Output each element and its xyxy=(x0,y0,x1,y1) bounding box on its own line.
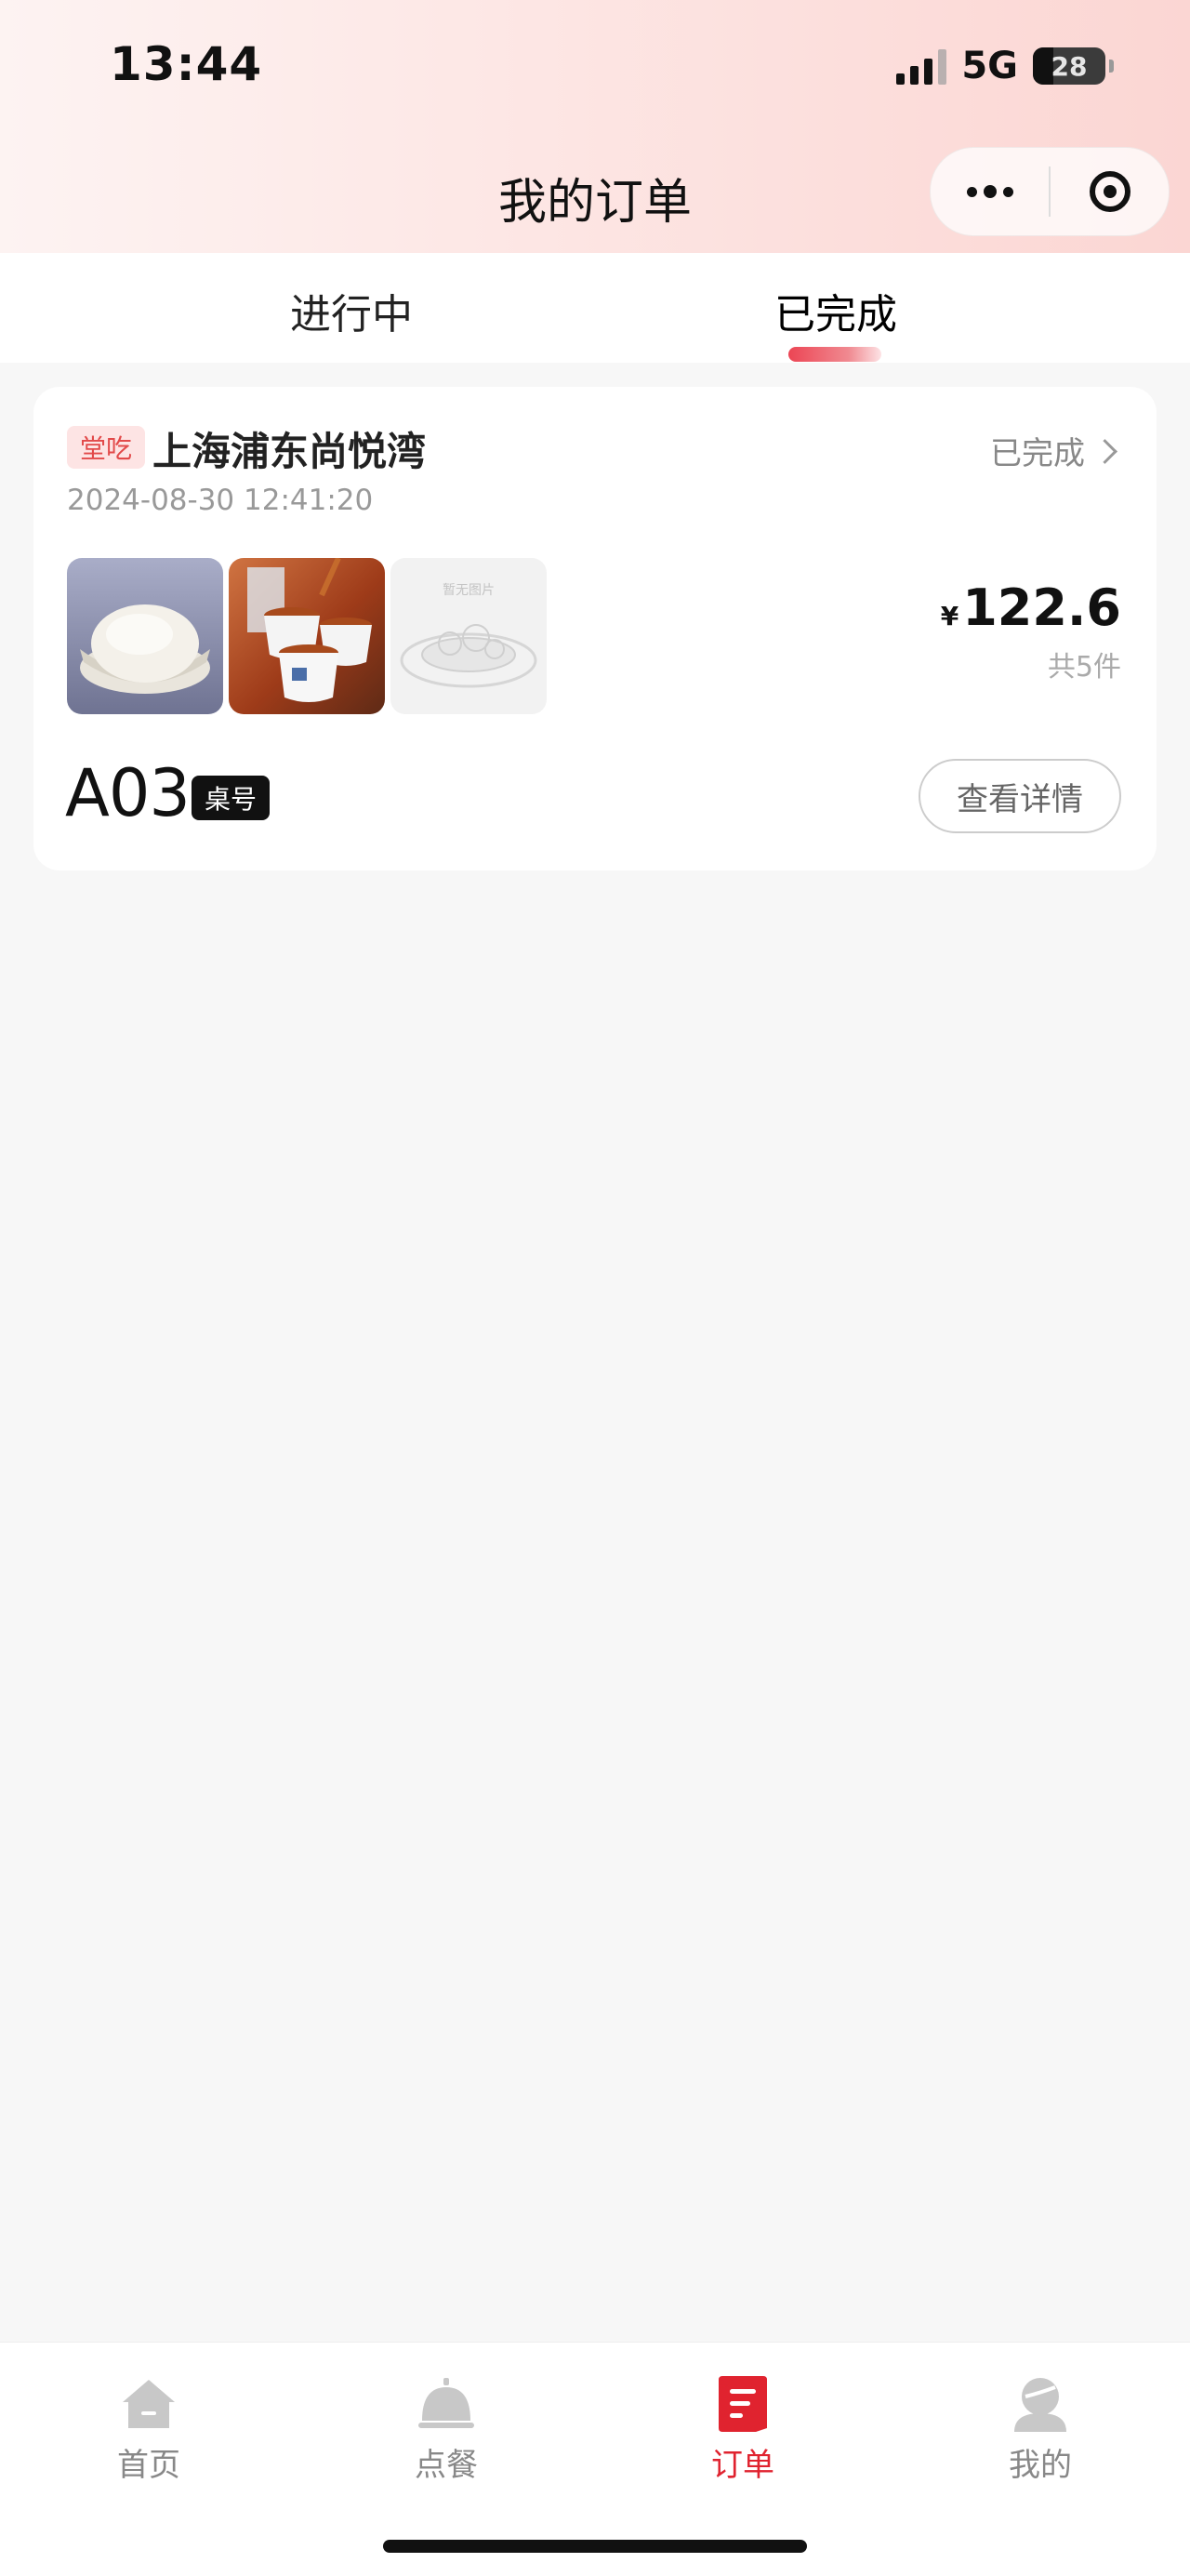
header: 13:44 5G 28 我的订单 xyxy=(0,0,1190,253)
item-count: 共5件 xyxy=(1047,651,1121,684)
item-thumbnails: 暂无图片 xyxy=(67,558,547,714)
order-datetime: 2024-08-30 12:41:20 xyxy=(67,484,374,517)
battery-icon: 28 xyxy=(1033,47,1105,85)
order-total: ¥ 122.6 xyxy=(941,578,1121,637)
battery-cap xyxy=(1109,60,1114,73)
view-details-button[interactable]: 查看详情 xyxy=(919,759,1121,833)
tabbar-orders-label: 订单 xyxy=(711,2447,774,2484)
order-icon xyxy=(713,2374,773,2434)
tabbar-mine-label: 我的 xyxy=(1009,2447,1072,2484)
tabbar-home-label: 首页 xyxy=(117,2447,180,2484)
close-button[interactable] xyxy=(1051,148,1169,235)
currency-symbol: ¥ xyxy=(940,601,959,631)
home-icon xyxy=(119,2374,178,2434)
order-status-label: 已完成 xyxy=(990,435,1085,472)
tabbar-mine[interactable]: 我的 xyxy=(985,2357,1096,2485)
more-icon xyxy=(966,185,1013,198)
status-indicators: 5G 28 xyxy=(896,45,1114,87)
active-tab-indicator xyxy=(788,347,881,362)
tabbar-orders[interactable]: 订单 xyxy=(687,2357,799,2485)
rice-bowl-image xyxy=(67,558,223,714)
tabbar-order-food-label: 点餐 xyxy=(415,2447,478,2484)
table-badge: 桌号 xyxy=(192,776,270,820)
network-type: 5G xyxy=(961,45,1018,87)
chevron-right-icon xyxy=(1092,439,1117,464)
table-number: A03 xyxy=(65,755,191,831)
dine-in-tag: 堂吃 xyxy=(67,426,145,469)
tea-cups-image xyxy=(229,558,385,714)
close-target-icon xyxy=(1089,171,1130,212)
tabbar-order-food[interactable]: 点餐 xyxy=(390,2357,502,2485)
home-indicator xyxy=(383,2540,807,2553)
order-tabs: 进行中 已完成 xyxy=(0,253,1190,363)
service-bell-icon xyxy=(416,2374,476,2434)
signal-icon xyxy=(896,47,947,85)
placeholder-label: 暂无图片 xyxy=(443,583,495,598)
tab-completed[interactable]: 已完成 xyxy=(774,281,897,340)
user-icon xyxy=(1011,2374,1070,2434)
total-amount: 122.6 xyxy=(962,578,1121,637)
more-button[interactable] xyxy=(931,148,1049,235)
battery-level: 28 xyxy=(1051,50,1088,82)
status-time: 13:44 xyxy=(110,37,263,91)
mini-program-capsule xyxy=(930,147,1170,236)
store-name: 上海浦东尚悦湾 xyxy=(152,429,427,474)
order-card[interactable]: 堂吃 上海浦东尚悦湾 已完成 2024-08-30 12:41:20 暂无图片 … xyxy=(33,387,1157,870)
tab-in-progress[interactable]: 进行中 xyxy=(290,281,413,340)
order-status[interactable]: 已完成 xyxy=(990,428,1117,473)
placeholder-image: 暂无图片 xyxy=(390,558,547,714)
tabbar-home[interactable]: 首页 xyxy=(93,2357,205,2485)
